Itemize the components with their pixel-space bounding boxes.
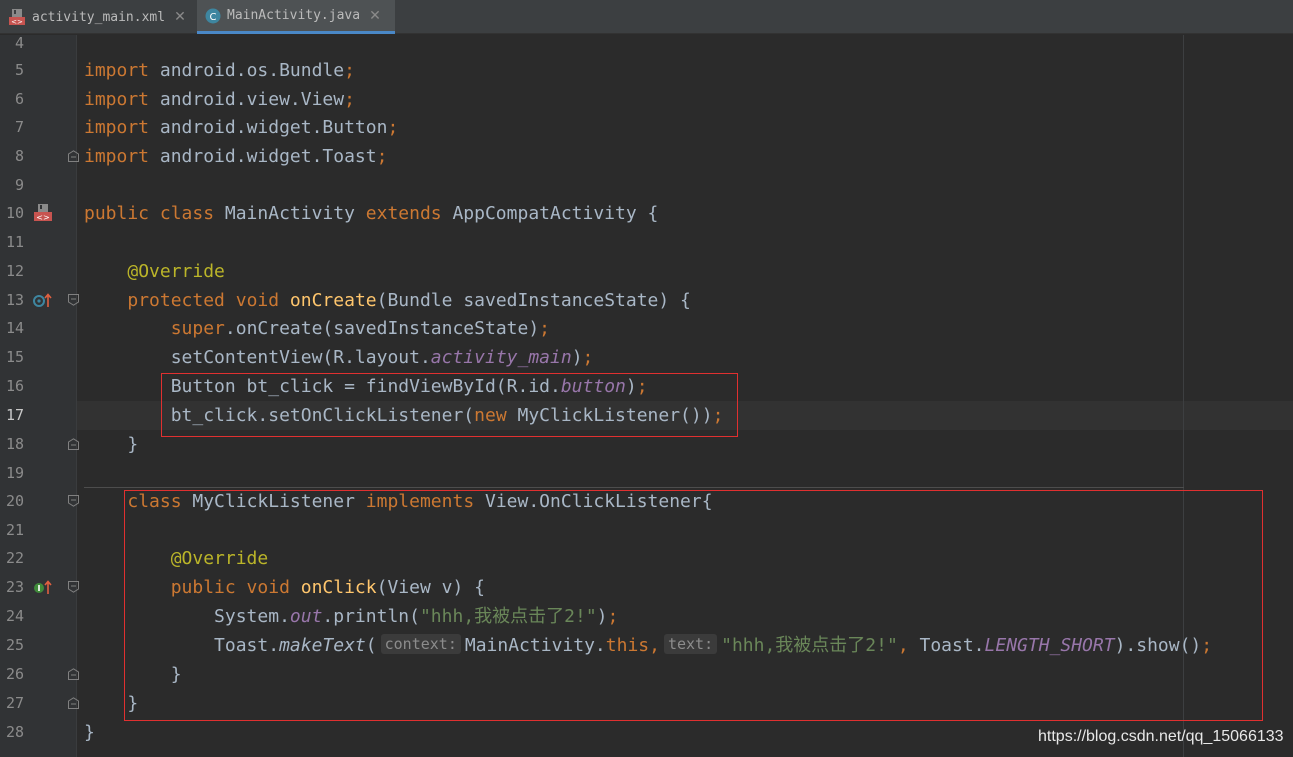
line-number: 8 (14, 147, 24, 165)
line-number: 18 (5, 435, 24, 453)
line-number: 15 (5, 348, 24, 366)
code-line[interactable]: import android.widget.Button; (84, 113, 398, 142)
gutter-row: 18 (0, 430, 79, 459)
line-number: 13 (5, 291, 24, 309)
gutter-row: 20 (0, 487, 79, 516)
gutter-row: 15 (0, 343, 76, 372)
fold-end-icon[interactable] (68, 668, 79, 680)
highlight-box-listener-class (124, 490, 1263, 721)
code-line[interactable]: public class MainActivity extends AppCom… (84, 199, 658, 228)
watermark: https://blog.csdn.net/qq_15066133 (1038, 728, 1284, 745)
line-number: 4 (14, 34, 24, 52)
gutter-row: 11 (0, 228, 76, 257)
line-number: 12 (5, 262, 24, 280)
gutter-row: 17 (0, 401, 76, 430)
close-tab-icon[interactable]: ✕ (369, 8, 381, 24)
gutter-row: 8 (0, 142, 79, 171)
gutter-row: 27 (0, 689, 79, 718)
gutter-row: 19 (0, 459, 76, 488)
line-number: 5 (14, 61, 24, 79)
line-number: 26 (5, 665, 24, 683)
fold-start-icon[interactable] (68, 581, 79, 593)
line-number: 25 (5, 636, 24, 654)
line-number: 10 (5, 204, 24, 222)
line-number: 24 (5, 607, 24, 625)
line-number: 27 (5, 694, 24, 712)
fold-end-icon[interactable] (68, 697, 79, 709)
code-line[interactable]: import android.view.View; (84, 85, 355, 114)
code-line[interactable]: import android.os.Bundle; (84, 56, 355, 85)
highlight-box-listener-binding (161, 373, 738, 437)
tab-label: MainActivity.java (227, 8, 361, 23)
close-tab-icon[interactable]: ✕ (174, 9, 186, 25)
line-number: 19 (5, 464, 24, 482)
gutter-row: 21 (0, 516, 76, 545)
line-number: 20 (5, 492, 24, 510)
gutter-row: 25 (0, 631, 76, 660)
gutter-row: 5 (0, 56, 76, 85)
fold-end-icon[interactable] (68, 438, 79, 450)
code-line[interactable]: import android.widget.Toast; (84, 142, 387, 171)
svg-text:<>: <> (36, 213, 49, 222)
line-number: 22 (5, 549, 24, 567)
gutter-row: 7 (0, 113, 76, 142)
gutter-row: 16 (0, 372, 76, 401)
gutter-row: 4 (0, 29, 76, 58)
xml-file-icon: <> (8, 8, 26, 26)
gutter-row: 13 (0, 286, 79, 315)
svg-text:C: C (210, 12, 217, 23)
gutter-row: 10 <> (0, 199, 76, 228)
fold-start-icon[interactable] (68, 294, 79, 306)
line-number: 7 (14, 118, 24, 136)
line-number: 14 (5, 319, 24, 337)
gutter-row: 12 (0, 257, 76, 286)
fold-start-icon[interactable] (68, 495, 79, 507)
gutter-row: 24 (0, 602, 76, 631)
editor-tab-bar: <> activity_main.xml ✕ C MainActivity.ja… (0, 0, 1293, 34)
line-number: 11 (5, 233, 24, 251)
code-line[interactable]: } (84, 430, 138, 459)
line-number: 28 (5, 723, 24, 741)
java-class-icon: C (205, 8, 221, 24)
fold-end-icon[interactable] (68, 150, 79, 162)
tab-label: activity_main.xml (32, 9, 166, 25)
implement-method-icon[interactable] (33, 578, 53, 596)
related-layout-icon[interactable]: <> (33, 204, 53, 222)
code-line[interactable]: @Override (84, 257, 225, 286)
gutter-row: 28 (0, 718, 76, 747)
gutter-row: 6 (0, 85, 76, 114)
code-line[interactable]: super.onCreate(savedInstanceState); (84, 314, 550, 343)
gutter-row: 22 (0, 544, 76, 573)
gutter-row: 23 (0, 573, 79, 602)
gutter-row: 14 (0, 314, 76, 343)
tab-mainactivity-java[interactable]: C MainActivity.java ✕ (197, 0, 395, 34)
line-number: 21 (5, 521, 24, 539)
line-number: 17 (5, 406, 24, 424)
override-method-icon[interactable] (33, 291, 53, 309)
line-number: 23 (5, 578, 24, 596)
svg-text:<>: <> (11, 18, 23, 26)
code-line[interactable]: protected void onCreate(Bundle savedInst… (84, 286, 691, 315)
line-number: 16 (5, 377, 24, 395)
code-line[interactable]: } (84, 718, 95, 747)
line-number: 9 (14, 176, 24, 194)
line-number: 6 (14, 90, 24, 108)
code-line[interactable]: setContentView(R.layout.activity_main); (84, 343, 594, 372)
gutter-row: 9 (0, 171, 76, 200)
gutter-row: 26 (0, 660, 79, 689)
